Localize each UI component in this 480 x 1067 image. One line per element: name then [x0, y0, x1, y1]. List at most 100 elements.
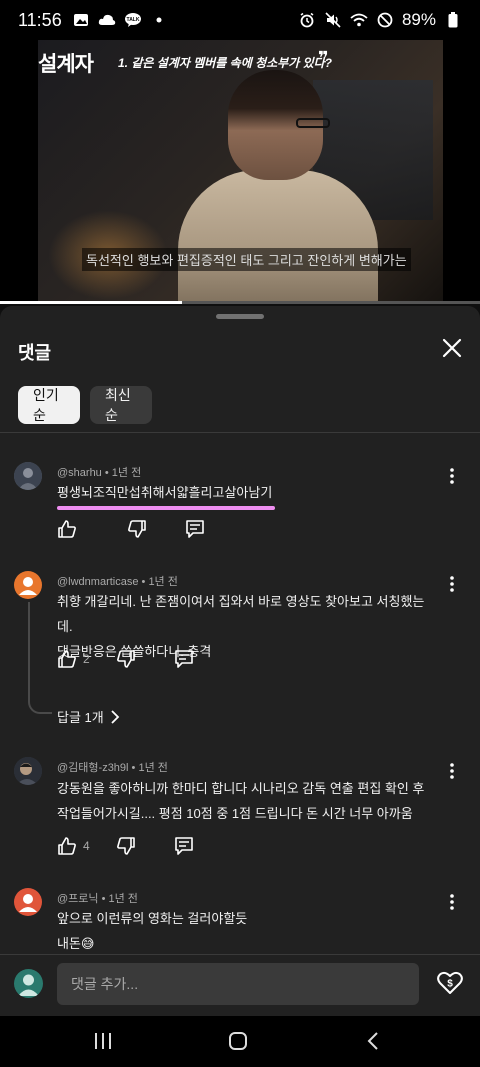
- video-progress-bar[interactable]: [0, 301, 480, 304]
- cloud-icon: [98, 11, 116, 29]
- comment-text: 평생뇌조직만섭취해서얇흘리고살아남기: [57, 480, 432, 505]
- comment-text-line: 강동원을 좋아하니까 한마디 합니다 시나리오 감독 연출 편집 확인 후: [57, 781, 425, 796]
- comment-author[interactable]: @lwdnmarticase: [57, 576, 138, 588]
- view-replies-button[interactable]: 답글 1개: [57, 707, 120, 726]
- heart-dollar-icon: $: [437, 971, 463, 994]
- dislike-button[interactable]: [116, 836, 136, 856]
- comment-author[interactable]: @김태형-z3h9l: [57, 762, 129, 774]
- sort-chips: 인기순 최신순: [18, 386, 152, 424]
- comment-text-line: 평생뇌조직만섭취해서얇흘리고살아남기: [57, 485, 273, 500]
- reply-button[interactable]: [174, 649, 194, 669]
- like-count: 4: [83, 839, 90, 853]
- comment-age: 1년 전: [138, 762, 168, 774]
- recents-button[interactable]: [90, 1028, 116, 1054]
- more-options-button[interactable]: [442, 892, 462, 912]
- comment-text-line: 작업들어가시길.... 평점 10점 중 1점 드립니다 돈 시간 너무 아까움: [57, 806, 413, 821]
- comment-author[interactable]: @프로닉: [57, 893, 99, 905]
- user-avatar[interactable]: [14, 969, 43, 998]
- system-nav-bar: [0, 1016, 480, 1067]
- thumbs-up-icon: [58, 650, 76, 668]
- chevron-right-icon: [111, 709, 120, 724]
- comment-meta: @프로닉 • 1년 전: [57, 893, 138, 905]
- avatar[interactable]: [14, 462, 42, 490]
- sheet-divider: [0, 432, 480, 433]
- status-left-icons: TALK: [72, 11, 168, 29]
- home-button[interactable]: [225, 1028, 251, 1054]
- sort-chip-top[interactable]: 인기순: [18, 386, 80, 424]
- text-highlight-mark: [57, 506, 275, 510]
- thread-line: [28, 602, 30, 700]
- comment-text-line: 앞으로 이런류의 영화는 걸러야할듯: [57, 911, 248, 926]
- status-bar: 11:56 TALK 89%: [0, 0, 480, 40]
- close-icon: [442, 338, 462, 358]
- comment-meta: @sharhu • 1년 전: [57, 467, 142, 479]
- comment-author[interactable]: @sharhu: [57, 467, 102, 479]
- status-time: 11:56: [18, 9, 62, 30]
- more-options-button[interactable]: [442, 466, 462, 486]
- reply-button[interactable]: [185, 519, 205, 539]
- comment-text-line: 취향 개갈리네. 난 존잼이여서 집와서 바로 영상도 찾아보고 서칭했는데.: [57, 594, 425, 634]
- super-thanks-button[interactable]: $: [436, 969, 464, 997]
- thread-curve: [28, 700, 52, 714]
- comment-age: 1년 전: [108, 893, 138, 905]
- thumbs-up-icon: [58, 837, 76, 855]
- comment-input[interactable]: 댓글 추가...: [57, 963, 419, 1005]
- comment-text: 앞으로 이런류의 영화는 걸러야할듯 내돈😅: [57, 906, 432, 956]
- comment-age: 1년 전: [148, 576, 178, 588]
- reply-button[interactable]: [174, 836, 194, 856]
- video-subtitle-overlay: 1. 같은 설계자 멤버를 속에 청소부가 있다?: [118, 56, 332, 70]
- dislike-button[interactable]: [116, 649, 136, 669]
- talk-icon: TALK: [124, 11, 142, 29]
- svg-text:$: $: [447, 979, 453, 990]
- video-player[interactable]: 설계자 1. 같은 설계자 멤버를 속에 청소부가 있다? ❞ 독선적인 행보와…: [0, 40, 480, 304]
- sheet-drag-handle[interactable]: [216, 314, 264, 319]
- comment-actions: 4: [57, 836, 194, 856]
- comments-sheet: 댓글 인기순 최신순 @sharhu • 1년 전 평생뇌조직만섭취해서얇흘리고…: [0, 306, 480, 1067]
- alarm-icon: [298, 11, 316, 29]
- back-button[interactable]: [360, 1028, 386, 1054]
- comment-actions: 2: [57, 649, 194, 669]
- comment-input-bar: 댓글 추가... $: [0, 954, 480, 1016]
- more-vert-icon: [450, 468, 454, 484]
- svg-text:TALK: TALK: [126, 17, 139, 23]
- scene-glasses: [296, 118, 330, 128]
- recents-icon: [95, 1033, 111, 1049]
- comment-meta: @김태형-z3h9l • 1년 전: [57, 762, 168, 774]
- status-right-icons: 89%: [298, 10, 462, 30]
- reply-comment-icon: [186, 520, 204, 538]
- close-button[interactable]: [438, 334, 466, 362]
- comment-meta: @lwdnmarticase • 1년 전: [57, 576, 178, 588]
- avatar[interactable]: [14, 571, 42, 599]
- like-button[interactable]: [57, 519, 83, 539]
- dislike-button[interactable]: [127, 519, 147, 539]
- video-quote-mark: ❞: [318, 48, 329, 68]
- comment-actions: [57, 519, 205, 539]
- home-icon: [229, 1032, 247, 1050]
- thumbs-down-icon: [116, 650, 135, 668]
- more-vert-icon: [450, 894, 454, 910]
- avatar[interactable]: [14, 888, 42, 916]
- scene-person-body: [178, 170, 378, 304]
- comment-text-line: 내돈😅: [57, 936, 95, 951]
- avatar[interactable]: [14, 757, 42, 785]
- like-count: 2: [83, 652, 90, 666]
- more-options-button[interactable]: [442, 574, 462, 594]
- more-vert-icon: [450, 576, 454, 592]
- sort-chip-newest[interactable]: 최신순: [90, 386, 152, 424]
- video-progress-fill: [0, 301, 183, 304]
- like-button[interactable]: 2: [57, 649, 90, 669]
- thumbs-down-icon: [116, 837, 135, 855]
- comment-age: 1년 전: [111, 467, 142, 479]
- more-options-button[interactable]: [442, 761, 462, 781]
- video-caption: 독선적인 행보와 편집증적인 태도 그리고 잔인하게 변해가는: [82, 248, 411, 271]
- dot-icon: [150, 11, 168, 29]
- battery-percent: 89%: [401, 10, 436, 29]
- reply-comment-icon: [174, 650, 193, 668]
- wifi-icon: [350, 11, 368, 29]
- comment-text: 강동원을 좋아하니까 한마디 합니다 시나리오 감독 연출 편집 확인 후 작업…: [57, 776, 432, 826]
- video-title-overlay: 설계자: [38, 53, 94, 76]
- mute-icon: [324, 11, 342, 29]
- more-vert-icon: [450, 763, 454, 779]
- reply-comment-icon: [174, 837, 193, 855]
- like-button[interactable]: 4: [57, 836, 90, 856]
